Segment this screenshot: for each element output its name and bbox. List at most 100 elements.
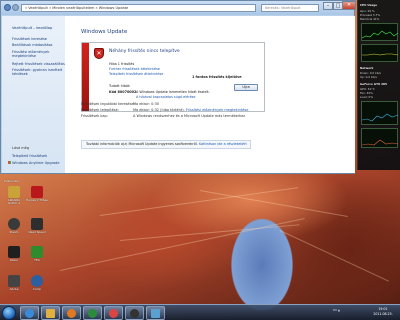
need-speed-icon: [31, 218, 43, 230]
steam-icon: [130, 309, 139, 318]
computer-icon: [31, 275, 43, 287]
disk-graph-line: [361, 139, 399, 146]
notice-details-link[interactable]: Kattintson ide a részletekért: [199, 142, 247, 146]
windows-update-window: « Vezérlőpult » Minden vezérlőpultelem »…: [0, 0, 356, 174]
desktop-toolbar-title: Pusks Lbs: [4, 179, 19, 183]
desktop-icon-label: Heroes V Tribes: [26, 198, 48, 202]
gadget-line: Load: 0%: [360, 95, 373, 99]
heroes-icon: [31, 186, 43, 198]
error-shield-icon: ✕: [94, 48, 104, 59]
gadget-network-title: Network: [360, 66, 374, 70]
disk-graph: [361, 128, 399, 148]
gadget-line: Memória 41%: [360, 17, 380, 21]
gpu-graph: [361, 101, 399, 125]
desktop-icon-adobe[interactable]: Adobe: [3, 275, 25, 291]
control-panel-icon: [151, 309, 160, 318]
last-check-label: Frissítések legutóbbi keresése:: [81, 102, 135, 106]
minimize-button[interactable]: –: [323, 2, 333, 10]
receive-value: A Windows rendszerhez és a Microsoft Upd…: [133, 114, 246, 118]
desktop-icon-label: Adobe: [9, 287, 19, 291]
sidebar-item-hidden-updates[interactable]: Rejtett frissítések visszaállítása: [12, 62, 67, 66]
taskbar: HU ▲ 19:01 2011.08.25.: [0, 304, 400, 320]
start-button[interactable]: [2, 306, 16, 320]
desktop-icon-label: ARCANIA Gothic 4: [7, 198, 21, 206]
memory-graph-line: [362, 53, 399, 56]
desktop-icon-arcania[interactable]: ARCANIA Gothic 4: [3, 186, 25, 205]
title-bar: « Vezérlőpult » Minden vezérlőpultelem »…: [1, 1, 356, 15]
desktop-icon-label: Need Speed: [28, 230, 46, 234]
error-code: Kód 80070002: [109, 90, 137, 94]
sidebar-item-history[interactable]: Frissítési előzmények megtekintése: [12, 50, 64, 58]
gpu-graph-line: [361, 113, 399, 122]
taskbar-app-utorrent[interactable]: [83, 306, 102, 320]
sidebar-item-change-settings[interactable]: Beállítások módosítása: [12, 43, 52, 47]
sidebar: Vezérlőpult – kezdőlap Frissítések keres…: [2, 16, 67, 173]
media-player-icon: [67, 309, 76, 318]
update-history-link[interactable]: Frissítési előzmények megtekintése: [186, 108, 249, 112]
folder-icon: [46, 309, 55, 318]
desktop-icon-heroes[interactable]: Heroes V Tribes: [26, 186, 48, 202]
installed-updates-link[interactable]: Telepített frissítések áttekintése: [109, 72, 163, 76]
retry-button[interactable]: Újra: [234, 84, 258, 91]
cpu-graph-line: [361, 30, 399, 39]
desktop-icon-computer[interactable]: Comp: [26, 275, 48, 291]
utorrent-icon: [88, 309, 97, 318]
review-updates-link[interactable]: Further frissítések áttekintése: [109, 67, 160, 71]
clock[interactable]: 19:01 2011.08.25.: [370, 307, 396, 316]
search-input[interactable]: Keresés: Vezérlőpult: [261, 4, 319, 12]
desktop-icon-needspeed[interactable]: Need Speed: [26, 218, 48, 234]
system-monitor-gadget: CPU Usage Gpu: 49 % Processz 5.7% Memóri…: [357, 0, 400, 170]
error-count: Hiba 1 frissítés: [109, 62, 135, 66]
error-title: Néhány frissítés nincs telepítve: [109, 49, 180, 54]
desktop-icon-label: Steam: [9, 230, 19, 234]
sidebar-item-check-updates[interactable]: Frissítések keresése: [12, 37, 47, 41]
notice-text: További információk a(z) Microsoft Updat…: [86, 142, 198, 146]
memory-graph: [361, 44, 399, 62]
sidebar-item-anytime-upgrade[interactable]: Windows Anytime Upgrade: [8, 161, 60, 165]
install-label: Frissítések telepítése:: [81, 108, 119, 112]
close-button[interactable]: ✕: [342, 1, 356, 10]
gadget-cpu-title: CPU Usage: [360, 3, 378, 7]
main-content: Windows Update ✕ Néhány frissítés nincs …: [65, 16, 355, 173]
forward-icon[interactable]: [12, 4, 19, 11]
gadget-gpu-title: GeForce GTX 285: [360, 82, 387, 86]
adobe-icon: [8, 275, 20, 287]
last-check-value: Ma ekkor: 0:30: [133, 102, 160, 106]
clock-date: 2011.08.25.: [373, 311, 393, 316]
see-also-label: Lásd még: [12, 146, 30, 150]
page-title: Windows Update: [81, 29, 128, 35]
arcania-icon: [8, 186, 20, 198]
address-bar[interactable]: « Vezérlőpult » Minden vezérlőpultelem »…: [21, 4, 256, 12]
desktop-icon-razer[interactable]: Razer: [3, 246, 25, 262]
windows-flag-icon: [8, 161, 11, 164]
sidebar-item-installed-updates[interactable]: Telepített frissítések: [12, 154, 47, 158]
taskbar-app-explorer[interactable]: [41, 306, 60, 320]
sidebar-item-faq[interactable]: Frissítések: gyakran ismételt kérdések: [12, 68, 64, 76]
error-help-link[interactable]: A hibával kapcsolatos súgó elérése: [136, 95, 196, 99]
chrome-icon: [109, 309, 118, 318]
cpu-graph: [361, 23, 399, 41]
error-status-bar: [82, 43, 89, 111]
error-description: A Windows Update ismeretlen hibát észlel…: [136, 90, 210, 94]
taskbar-app-chrome[interactable]: [104, 306, 123, 320]
taskbar-app-steam[interactable]: [125, 306, 144, 320]
taskbar-app-media[interactable]: [62, 306, 81, 320]
known-errors-label: Tudott hibák: [109, 84, 130, 88]
receive-label: Frissítések kap:: [81, 114, 108, 118]
taskbar-app-control-panel[interactable]: [146, 306, 165, 320]
desktop-icon-label: Razer: [10, 258, 18, 262]
gadget-line: Up: 0.0 kb/s: [360, 75, 377, 79]
install-value-text: Ma ekkor: 0:32 (hiba történt).: [133, 108, 185, 112]
desktop-icon-label: Comp: [32, 287, 42, 291]
razer-icon: [8, 246, 20, 258]
back-icon[interactable]: [4, 4, 11, 11]
taskbar-app-ie[interactable]: [20, 306, 39, 320]
system-tray[interactable]: HU ▲: [333, 308, 340, 312]
install-value: Ma ekkor: 0:32 (hiba történt). Frissítés…: [133, 108, 248, 112]
sidebar-home-link[interactable]: Vezérlőpult – kezdőlap: [12, 26, 52, 30]
desktop-icon-teg[interactable]: TEG: [26, 246, 48, 262]
internet-explorer-icon: [25, 309, 34, 318]
microsoft-update-notice: További információk a(z) Microsoft Updat…: [81, 140, 251, 149]
desktop-icon-steam[interactable]: Steam: [3, 218, 25, 234]
desktop-icon-label: TEG: [34, 258, 40, 262]
